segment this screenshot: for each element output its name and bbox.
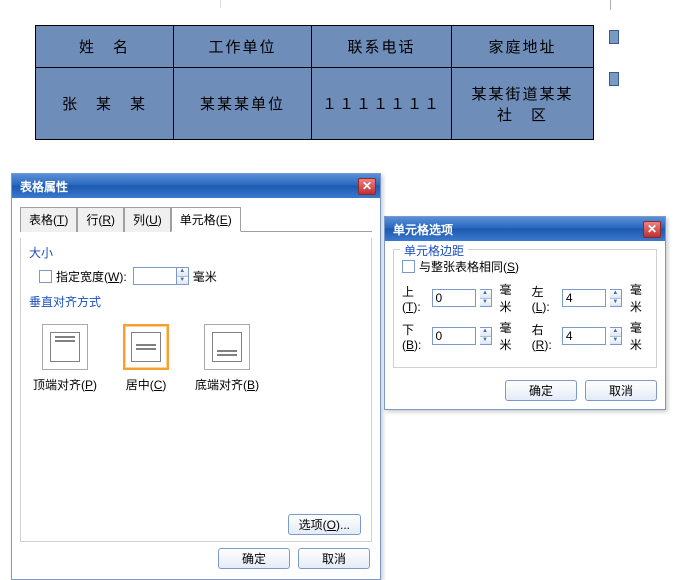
spin-up-icon: ▲ xyxy=(177,268,188,277)
specify-width-label: 指定宽度(W): xyxy=(56,268,127,285)
valign-bottom-button[interactable]: 底端对齐(B) xyxy=(195,324,259,393)
margin-bottom-spinner[interactable]: ▲▼ xyxy=(480,327,492,345)
same-as-table-label: 与整张表格相同(S) xyxy=(419,258,519,275)
valign-section-header: 垂直对齐方式 xyxy=(29,291,363,314)
table-data-cell[interactable]: 张 某 某 xyxy=(36,68,174,140)
close-button[interactable]: ✕ xyxy=(643,221,661,238)
table-row: 姓 名 工作单位 联系电话 家庭地址 xyxy=(36,26,594,68)
width-unit: 毫米 xyxy=(193,268,217,285)
margin-left-label: 左(L): xyxy=(532,283,558,314)
row-marker-icon[interactable] xyxy=(609,30,619,44)
margin-top-label: 上(T): xyxy=(402,283,428,314)
margin-bottom-label: 下(B): xyxy=(402,321,428,352)
unit-label: 毫米 xyxy=(630,319,648,353)
tab-cell[interactable]: 单元格(E) xyxy=(171,207,241,232)
table-header-cell[interactable]: 联系电话 xyxy=(312,26,452,68)
ok-button[interactable]: 确定 xyxy=(218,548,290,569)
cell-options-dialog: 单元格选项 ✕ 单元格边距 与整张表格相同(S) 上(T): ▲▼ 毫米 左(L… xyxy=(384,216,666,410)
ruler-tick xyxy=(610,0,611,10)
ruler-tick xyxy=(220,0,221,8)
same-as-table-checkbox[interactable] xyxy=(402,260,415,273)
margin-right-input[interactable] xyxy=(562,327,606,345)
margin-right-label: 右(R): xyxy=(532,321,558,352)
tab-table[interactable]: 表格(T) xyxy=(20,207,77,232)
tab-bar: 表格(T) 行(R) 列(U) 单元格(E) xyxy=(20,206,372,232)
dialog-title: 表格属性 xyxy=(20,178,68,195)
margin-left-input[interactable] xyxy=(562,289,606,307)
table-header-cell[interactable]: 工作单位 xyxy=(174,26,312,68)
width-spinner[interactable]: ▲▼ xyxy=(177,267,189,285)
titlebar[interactable]: 单元格选项 ✕ xyxy=(385,217,665,241)
document-table[interactable]: 姓 名 工作单位 联系电话 家庭地址 张 某 某 某某某单位 １１１１１１１ 某… xyxy=(35,25,594,140)
margin-right-spinner[interactable]: ▲▼ xyxy=(610,327,622,345)
size-section-header: 大小 xyxy=(29,242,363,265)
ok-button[interactable]: 确定 xyxy=(505,380,577,401)
table-data-cell[interactable]: 某某街道某某 社 区 xyxy=(452,68,594,140)
row-marker-icon[interactable] xyxy=(609,72,619,86)
unit-label: 毫米 xyxy=(630,281,648,315)
tab-column[interactable]: 列(U) xyxy=(124,207,171,232)
table-data-cell[interactable]: 某某某单位 xyxy=(174,68,312,140)
close-icon: ✕ xyxy=(362,179,372,193)
valign-top-button[interactable]: 顶端对齐(P) xyxy=(33,324,97,393)
margin-top-spinner[interactable]: ▲▼ xyxy=(480,289,492,307)
table-header-cell[interactable]: 家庭地址 xyxy=(452,26,594,68)
cancel-button[interactable]: 取消 xyxy=(298,548,370,569)
spin-down-icon: ▼ xyxy=(177,277,188,285)
cancel-button[interactable]: 取消 xyxy=(585,380,657,401)
cell-margins-legend: 单元格边距 xyxy=(400,242,468,259)
valign-bottom-label: 底端对齐(B) xyxy=(195,376,259,393)
unit-label: 毫米 xyxy=(500,281,518,315)
valign-center-button[interactable]: 居中(C) xyxy=(123,324,169,393)
tab-row[interactable]: 行(R) xyxy=(77,207,124,232)
valign-top-label: 顶端对齐(P) xyxy=(33,376,97,393)
table-properties-dialog: 表格属性 ✕ 表格(T) 行(R) 列(U) 单元格(E) 大小 指定宽度(W)… xyxy=(11,173,381,580)
titlebar[interactable]: 表格属性 ✕ xyxy=(12,174,380,198)
table-header-cell[interactable]: 姓 名 xyxy=(36,26,174,68)
close-button[interactable]: ✕ xyxy=(358,178,376,195)
margin-bottom-input[interactable] xyxy=(432,327,476,345)
table-row: 张 某 某 某某某单位 １１１１１１１ 某某街道某某 社 区 xyxy=(36,68,594,140)
close-icon: ✕ xyxy=(647,222,657,236)
width-input[interactable] xyxy=(133,267,177,285)
cell-margins-group: 单元格边距 与整张表格相同(S) 上(T): ▲▼ 毫米 左(L): ▲▼ 毫米… xyxy=(393,249,657,368)
specify-width-checkbox[interactable] xyxy=(39,270,52,283)
table-data-cell[interactable]: １１１１１１１ xyxy=(312,68,452,140)
valign-center-label: 居中(C) xyxy=(123,376,169,393)
margin-left-spinner[interactable]: ▲▼ xyxy=(610,289,622,307)
unit-label: 毫米 xyxy=(500,319,518,353)
margin-top-input[interactable] xyxy=(432,289,476,307)
dialog-title: 单元格选项 xyxy=(393,221,453,238)
options-button[interactable]: 选项(O)... xyxy=(288,514,361,535)
